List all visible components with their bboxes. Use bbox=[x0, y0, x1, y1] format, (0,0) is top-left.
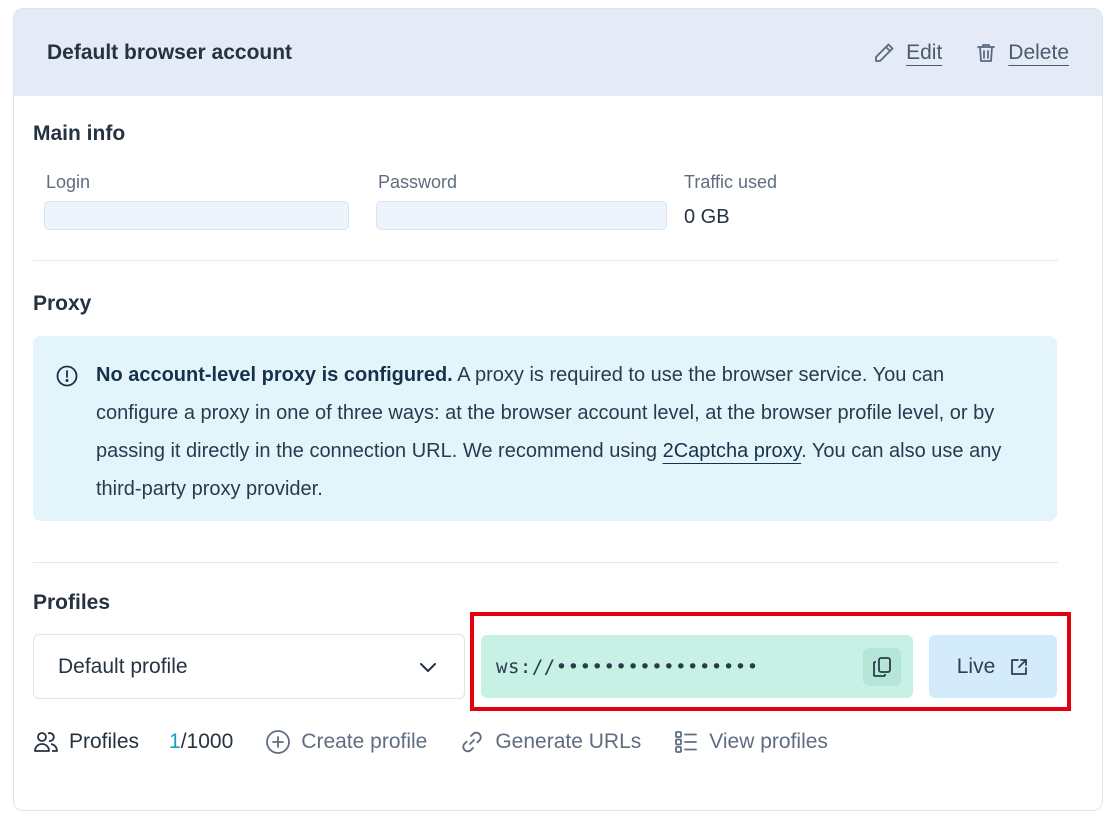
2captcha-proxy-link[interactable]: 2Captcha proxy bbox=[663, 440, 802, 462]
copy-icon bbox=[873, 656, 891, 677]
edit-label: Edit bbox=[906, 40, 943, 64]
profiles-toolbar: Profiles 1/1000 Create profile Generate … bbox=[33, 724, 828, 760]
traffic-label: Traffic used bbox=[684, 172, 778, 192]
connection-url: ws://••••••••••••••••• bbox=[496, 655, 759, 678]
create-profile-button[interactable]: Create profile bbox=[265, 729, 427, 755]
external-link-icon bbox=[1011, 658, 1028, 675]
selected-profile: Default profile bbox=[58, 654, 188, 678]
info-icon bbox=[56, 365, 78, 387]
create-profile-label: Create profile bbox=[301, 730, 428, 753]
login-label: Login bbox=[46, 172, 91, 192]
section-divider bbox=[33, 260, 1058, 261]
trash-icon bbox=[977, 43, 996, 62]
password-field[interactable] bbox=[376, 201, 667, 230]
edit-button[interactable]: Edit bbox=[872, 41, 942, 65]
login-field[interactable] bbox=[44, 201, 349, 230]
notice-headline: No account-level proxy is configured. bbox=[96, 364, 453, 386]
profiles-count-value: 1/1000 bbox=[169, 730, 234, 753]
main-info-title: Main info bbox=[33, 122, 126, 145]
live-button[interactable]: Live bbox=[929, 635, 1057, 698]
profiles-count-label: Profiles bbox=[69, 730, 140, 753]
delete-button[interactable]: Delete bbox=[974, 41, 1069, 65]
traffic-value: 0 GB bbox=[684, 206, 730, 228]
users-icon bbox=[34, 732, 58, 752]
profiles-title: Profiles bbox=[33, 591, 111, 614]
view-profiles-label: View profiles bbox=[709, 730, 828, 753]
profiles-count: Profiles 1/1000 bbox=[33, 729, 233, 755]
section-divider bbox=[33, 562, 1058, 563]
view-profiles-button[interactable]: View profiles bbox=[673, 729, 828, 755]
link-icon bbox=[462, 731, 482, 753]
proxy-notice: No account-level proxy is configured. A … bbox=[33, 336, 1057, 521]
list-icon bbox=[675, 731, 698, 753]
plus-circle-icon bbox=[266, 730, 291, 754]
chevron-down-icon bbox=[420, 662, 436, 672]
header-actions: Edit Delete bbox=[872, 41, 1069, 65]
card-header: Default browser account Edit Delete bbox=[14, 9, 1102, 96]
connection-url-field[interactable]: ws://••••••••••••••••• bbox=[481, 635, 913, 698]
live-label: Live bbox=[956, 654, 996, 678]
copy-url-button[interactable] bbox=[863, 647, 901, 686]
password-label: Password bbox=[378, 172, 458, 192]
generate-urls-button[interactable]: Generate URLs bbox=[459, 729, 641, 755]
proxy-title: Proxy bbox=[33, 292, 92, 315]
pencil-icon bbox=[875, 43, 894, 62]
generate-urls-label: Generate URLs bbox=[495, 730, 642, 753]
delete-label: Delete bbox=[1008, 40, 1069, 64]
profile-select[interactable]: Default profile bbox=[33, 634, 465, 699]
account-title: Default browser account bbox=[47, 40, 293, 64]
